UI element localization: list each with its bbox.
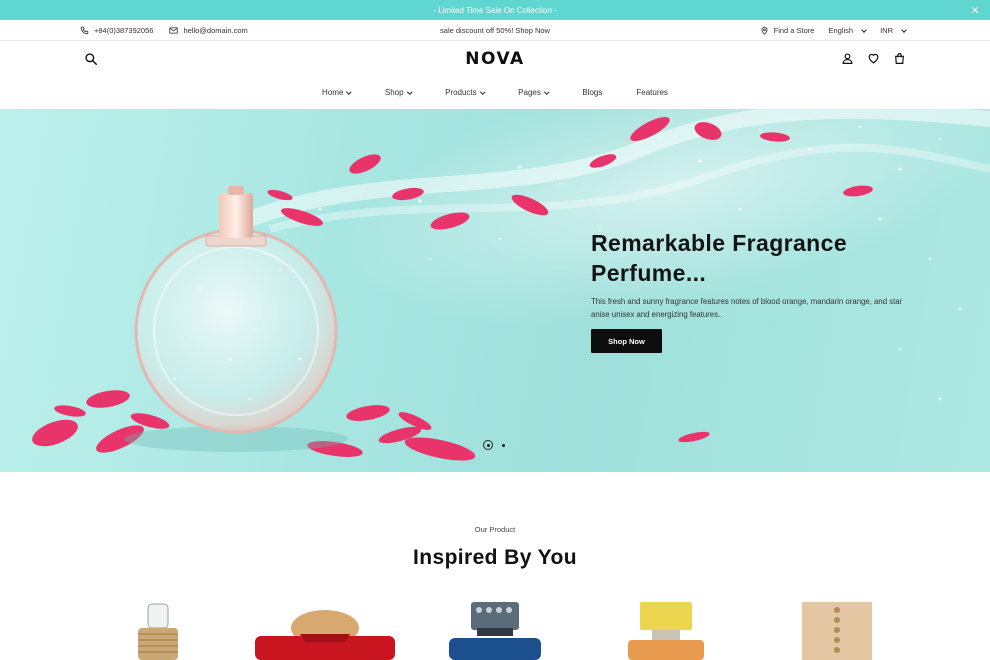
mail-icon <box>169 27 179 34</box>
top-info-bar: +84(0)387392056 hello@domain.com sale di… <box>0 20 990 41</box>
phone-contact[interactable]: +84(0)387392056 <box>80 26 153 35</box>
currency-value: INR <box>880 26 893 35</box>
phone-number: +84(0)387392056 <box>94 26 154 35</box>
chevron-down-icon <box>406 89 412 94</box>
nav-label: Shop <box>384 88 404 97</box>
product-row <box>0 598 990 660</box>
close-icon[interactable]: ✕ <box>968 3 982 17</box>
email-address: hello@domain.com <box>183 26 248 35</box>
shop-now-button[interactable]: Shop Now <box>591 329 662 353</box>
product-image-4[interactable] <box>626 598 706 660</box>
heart-icon[interactable] <box>867 52 880 65</box>
cart-icon[interactable] <box>893 52 906 65</box>
nav-item-home[interactable]: Home <box>305 88 368 97</box>
slide-dot-active[interactable] <box>483 440 493 450</box>
location-pin-icon <box>761 26 768 35</box>
find-store-label: Find a Store <box>773 26 815 35</box>
nav-label: Products <box>445 88 477 97</box>
user-icon[interactable] <box>841 52 854 65</box>
slider-dots <box>483 440 505 450</box>
product-image-2[interactable] <box>255 598 395 660</box>
hero-image <box>32 109 990 461</box>
nav-item-features[interactable]: Features <box>619 88 685 97</box>
hero-title-line2: Perfume... <box>591 260 707 286</box>
chevron-down-icon <box>346 89 352 94</box>
product-image-5[interactable] <box>800 598 874 660</box>
announcement-text: - Limited Time Sale On Collection - <box>433 5 557 15</box>
chevron-down-icon <box>901 26 907 33</box>
nav-label: Features <box>636 88 668 97</box>
phone-icon <box>80 26 89 35</box>
nav-label: Pages <box>518 88 541 97</box>
currency-selector[interactable]: INR <box>880 26 907 35</box>
nav-label: Blogs <box>582 88 603 97</box>
hero-banner: Remarkable Fragrance Perfume... This fre… <box>0 109 990 472</box>
slide-dot[interactable] <box>502 443 505 447</box>
find-store-link[interactable]: Find a Store <box>760 26 815 35</box>
nav-label: Home <box>322 88 344 97</box>
hero-title-line1: Remarkable Fragrance <box>591 230 848 256</box>
nav-item-shop[interactable]: Shop <box>368 88 428 97</box>
site-header: NOVA Home Shop Products Pages Blogs Feat… <box>0 41 990 109</box>
section-title: Inspired By You <box>413 546 577 569</box>
product-image-1[interactable] <box>130 598 186 660</box>
announcement-bar: - Limited Time Sale On Collection - ✕ <box>0 0 990 20</box>
chevron-down-icon <box>544 89 550 94</box>
chevron-down-icon <box>861 26 867 33</box>
hero-description: This fresh and sunny fragrance features … <box>591 297 903 319</box>
promo-link[interactable]: sale discount off 50%! Shop Now <box>440 26 550 35</box>
product-image-3[interactable] <box>447 598 543 660</box>
hero-title: Remarkable Fragrance Perfume... <box>591 228 891 288</box>
language-selector[interactable]: English <box>828 26 867 35</box>
email-contact[interactable]: hello@domain.com <box>169 26 248 35</box>
language-value: English <box>828 26 854 35</box>
chevron-down-icon <box>479 89 485 94</box>
main-nav: Home Shop Products Pages Blogs Features <box>0 88 990 97</box>
nav-item-pages[interactable]: Pages <box>501 88 565 97</box>
nav-item-blogs[interactable]: Blogs <box>565 88 619 97</box>
section-subtitle: Our Product <box>474 525 516 534</box>
nav-item-products[interactable]: Products <box>428 88 501 97</box>
